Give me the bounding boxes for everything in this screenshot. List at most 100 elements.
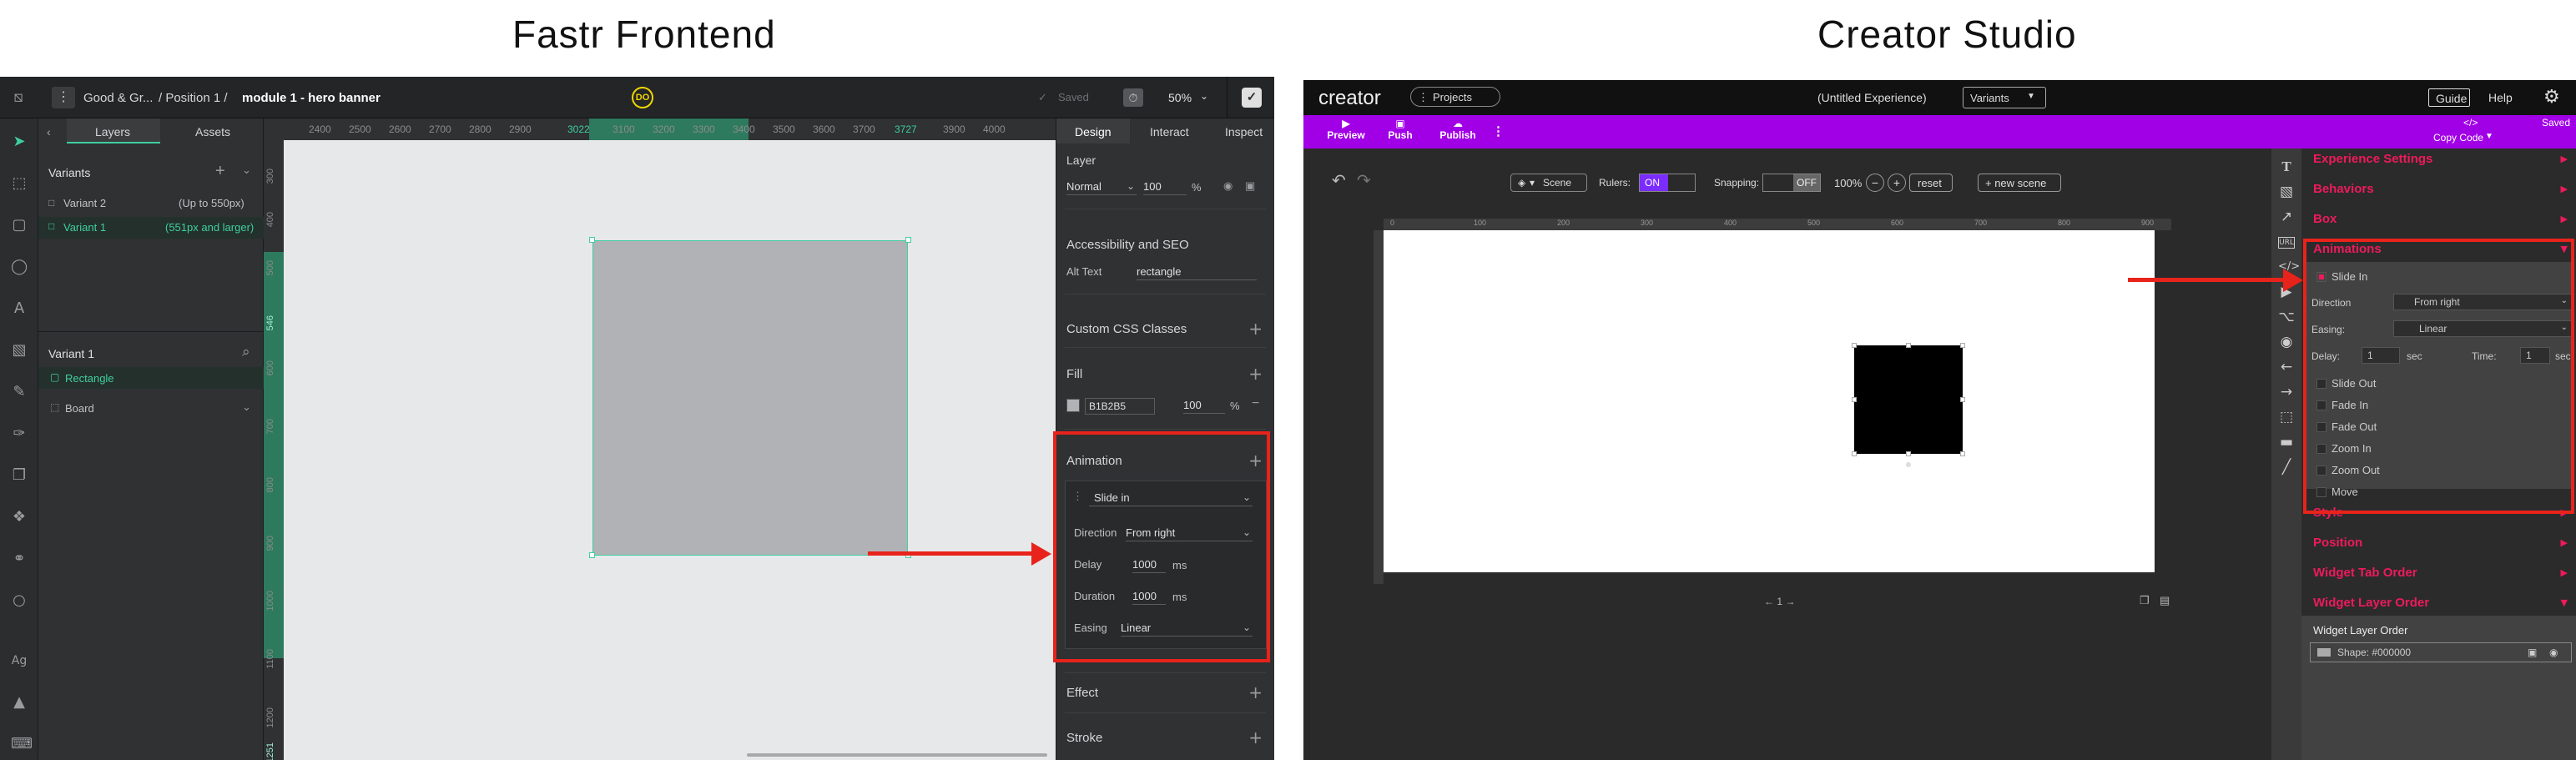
black-shape[interactable]: [1854, 345, 1963, 454]
eye-icon[interactable]: ◉: [2549, 647, 2558, 658]
url-tool-icon[interactable]: URL: [2278, 237, 2295, 249]
comment-tool-icon[interactable]: ○: [11, 592, 28, 609]
zoom-in-button[interactable]: +: [1888, 174, 1906, 192]
layer-rectangle[interactable]: Rectangle: [65, 372, 114, 385]
copy-code-caret-icon[interactable]: ▼: [2485, 132, 2493, 141]
board-chevron-icon[interactable]: ⌄: [242, 400, 251, 414]
ellipse-tool-icon[interactable]: ◯: [11, 259, 28, 275]
caret-right-icon[interactable]: ▶: [2561, 537, 2568, 548]
caret-right-icon[interactable]: ▶: [2561, 214, 2568, 224]
projects-button[interactable]: ⋮ Projects: [1410, 87, 1500, 107]
frame-tool-icon[interactable]: ⬚: [11, 175, 28, 192]
play-tool-icon[interactable]: ◉: [2278, 334, 2295, 350]
fill-swatch[interactable]: [1066, 399, 1080, 412]
add-fill-icon[interactable]: +: [1248, 364, 1263, 384]
color-drop-icon[interactable]: ▲: [11, 694, 28, 711]
undo-icon[interactable]: ↶: [1332, 170, 1346, 190]
creator-stage[interactable]: [1384, 230, 2155, 572]
fill-hex-input[interactable]: B1B2B5: [1085, 398, 1155, 415]
fill-opacity-input[interactable]: 100: [1183, 399, 1225, 414]
caret-right-icon[interactable]: ▶: [2561, 154, 2568, 164]
tab-interact[interactable]: Interact: [1150, 125, 1189, 138]
more-icon[interactable]: ⋮: [1492, 123, 1505, 138]
breadcrumb-brand[interactable]: Good & Gr...: [83, 91, 153, 105]
rectangle-tool-icon[interactable]: ▬: [2278, 434, 2295, 450]
canvas-scrollbar[interactable]: [747, 753, 1047, 757]
text-tool-icon[interactable]: A: [11, 300, 28, 317]
fastr-canvas[interactable]: [284, 140, 1056, 760]
breadcrumb-path[interactable]: / Position 1 /: [159, 91, 228, 105]
arrow-left-tool-icon[interactable]: ←: [2278, 359, 2295, 375]
back-chevron-icon[interactable]: ‹: [47, 125, 51, 138]
line-tool-icon[interactable]: ╱: [2278, 459, 2295, 476]
variant-2-name[interactable]: Variant 2: [63, 197, 106, 209]
creator-logo[interactable]: creator: [1318, 87, 1381, 110]
section-position[interactable]: Position: [2313, 536, 2362, 550]
add-effect-icon[interactable]: +: [1248, 682, 1263, 702]
section-behaviors[interactable]: Behaviors: [2313, 182, 2374, 196]
document-title[interactable]: (Untitled Experience): [1817, 91, 1927, 104]
duplicate-icon[interactable]: ❐: [2140, 594, 2150, 607]
typography-icon[interactable]: Ag: [11, 652, 28, 669]
blend-mode-select[interactable]: Normal ⌄: [1066, 180, 1137, 195]
arrow-right-tool-icon[interactable]: →: [2278, 384, 2295, 400]
fastr-logo-icon[interactable]: ⧅: [10, 89, 27, 106]
expand-tool-icon[interactable]: ↗: [2278, 209, 2295, 225]
caret-right-icon[interactable]: ▶: [2561, 567, 2568, 578]
zoom-select[interactable]: 50%: [1168, 91, 1192, 104]
snapping-toggle[interactable]: OFF: [1762, 174, 1821, 192]
rulers-toggle[interactable]: ON: [1639, 174, 1696, 192]
pen-tool-icon[interactable]: ✎: [11, 384, 28, 400]
section-widget-layer-order[interactable]: Widget Layer Order: [2313, 596, 2429, 610]
trash-icon[interactable]: ▤: [2160, 594, 2170, 607]
history-icon[interactable]: ⏱: [1123, 88, 1143, 107]
add-stroke-icon[interactable]: +: [1248, 727, 1263, 747]
layer-board[interactable]: Board: [65, 402, 94, 415]
gear-icon[interactable]: ⚙: [2543, 87, 2560, 108]
select-tool-icon[interactable]: ➤: [11, 133, 28, 150]
push-button[interactable]: ▣ Push: [1384, 118, 1417, 141]
caret-right-icon[interactable]: ▶: [2561, 184, 2568, 194]
lock-icon[interactable]: ▣: [2528, 647, 2537, 658]
search-icon[interactable]: ⌕: [242, 344, 250, 360]
text-tool-icon[interactable]: T: [2278, 159, 2295, 175]
breadcrumb-module[interactable]: module 1 - hero banner: [242, 91, 381, 105]
section-experience-settings[interactable]: Experience Settings: [2313, 152, 2432, 166]
publish-check-icon[interactable]: ✓: [1242, 88, 1262, 108]
variant-1-name[interactable]: Variant 1: [63, 221, 106, 234]
rectangle-tool-icon[interactable]: ▢: [11, 217, 28, 234]
menu-kebab-icon[interactable]: ⋮: [52, 87, 75, 108]
section-box[interactable]: Box: [2313, 212, 2337, 226]
alt-text-input[interactable]: rectangle: [1137, 265, 1257, 280]
add-css-icon[interactable]: +: [1248, 319, 1263, 339]
symbol-tool-icon[interactable]: ❖: [11, 509, 28, 526]
share-tool-icon[interactable]: ⌥: [2278, 309, 2295, 325]
new-scene-button[interactable]: + new scene: [1978, 174, 2061, 192]
add-variant-icon[interactable]: +: [215, 162, 225, 181]
image-tool-icon[interactable]: ▧: [11, 342, 28, 359]
scene-select[interactable]: ◈ ▾ Scene: [1510, 174, 1587, 192]
rectangle-shape[interactable]: [592, 240, 908, 556]
dotted-box-tool-icon[interactable]: ⬚: [2278, 409, 2295, 425]
guide-button[interactable]: Guide: [2428, 88, 2470, 107]
lock-icon[interactable]: ▣: [1245, 179, 1255, 193]
vector-tool-icon[interactable]: ✑: [11, 425, 28, 442]
opacity-input[interactable]: 100: [1143, 180, 1187, 195]
section-widget-tab-order[interactable]: Widget Tab Order: [2313, 566, 2417, 580]
variants-select[interactable]: Variants ▼: [1963, 87, 2046, 108]
reset-button[interactable]: reset: [1909, 174, 1953, 192]
copy-code-button[interactable]: Copy Code: [2433, 132, 2483, 143]
link-tool-icon[interactable]: ⚭: [11, 551, 28, 567]
component-tool-icon[interactable]: ❐: [11, 467, 28, 484]
redo-icon[interactable]: ↷: [1357, 170, 1371, 190]
zoom-chevron-icon[interactable]: ⌄: [1200, 90, 1208, 102]
tab-inspect[interactable]: Inspect: [1225, 125, 1263, 138]
collab-avatar[interactable]: DO: [632, 87, 653, 108]
keyboard-icon[interactable]: ⌨: [11, 736, 33, 752]
variants-chevron-icon[interactable]: ⌄: [242, 164, 251, 177]
remove-fill-icon[interactable]: −: [1252, 396, 1259, 411]
help-link[interactable]: Help: [2488, 91, 2513, 104]
tab-assets[interactable]: Assets: [195, 125, 230, 138]
caret-down-icon[interactable]: ▼: [2561, 597, 2568, 608]
zoom-out-button[interactable]: −: [1866, 174, 1884, 192]
